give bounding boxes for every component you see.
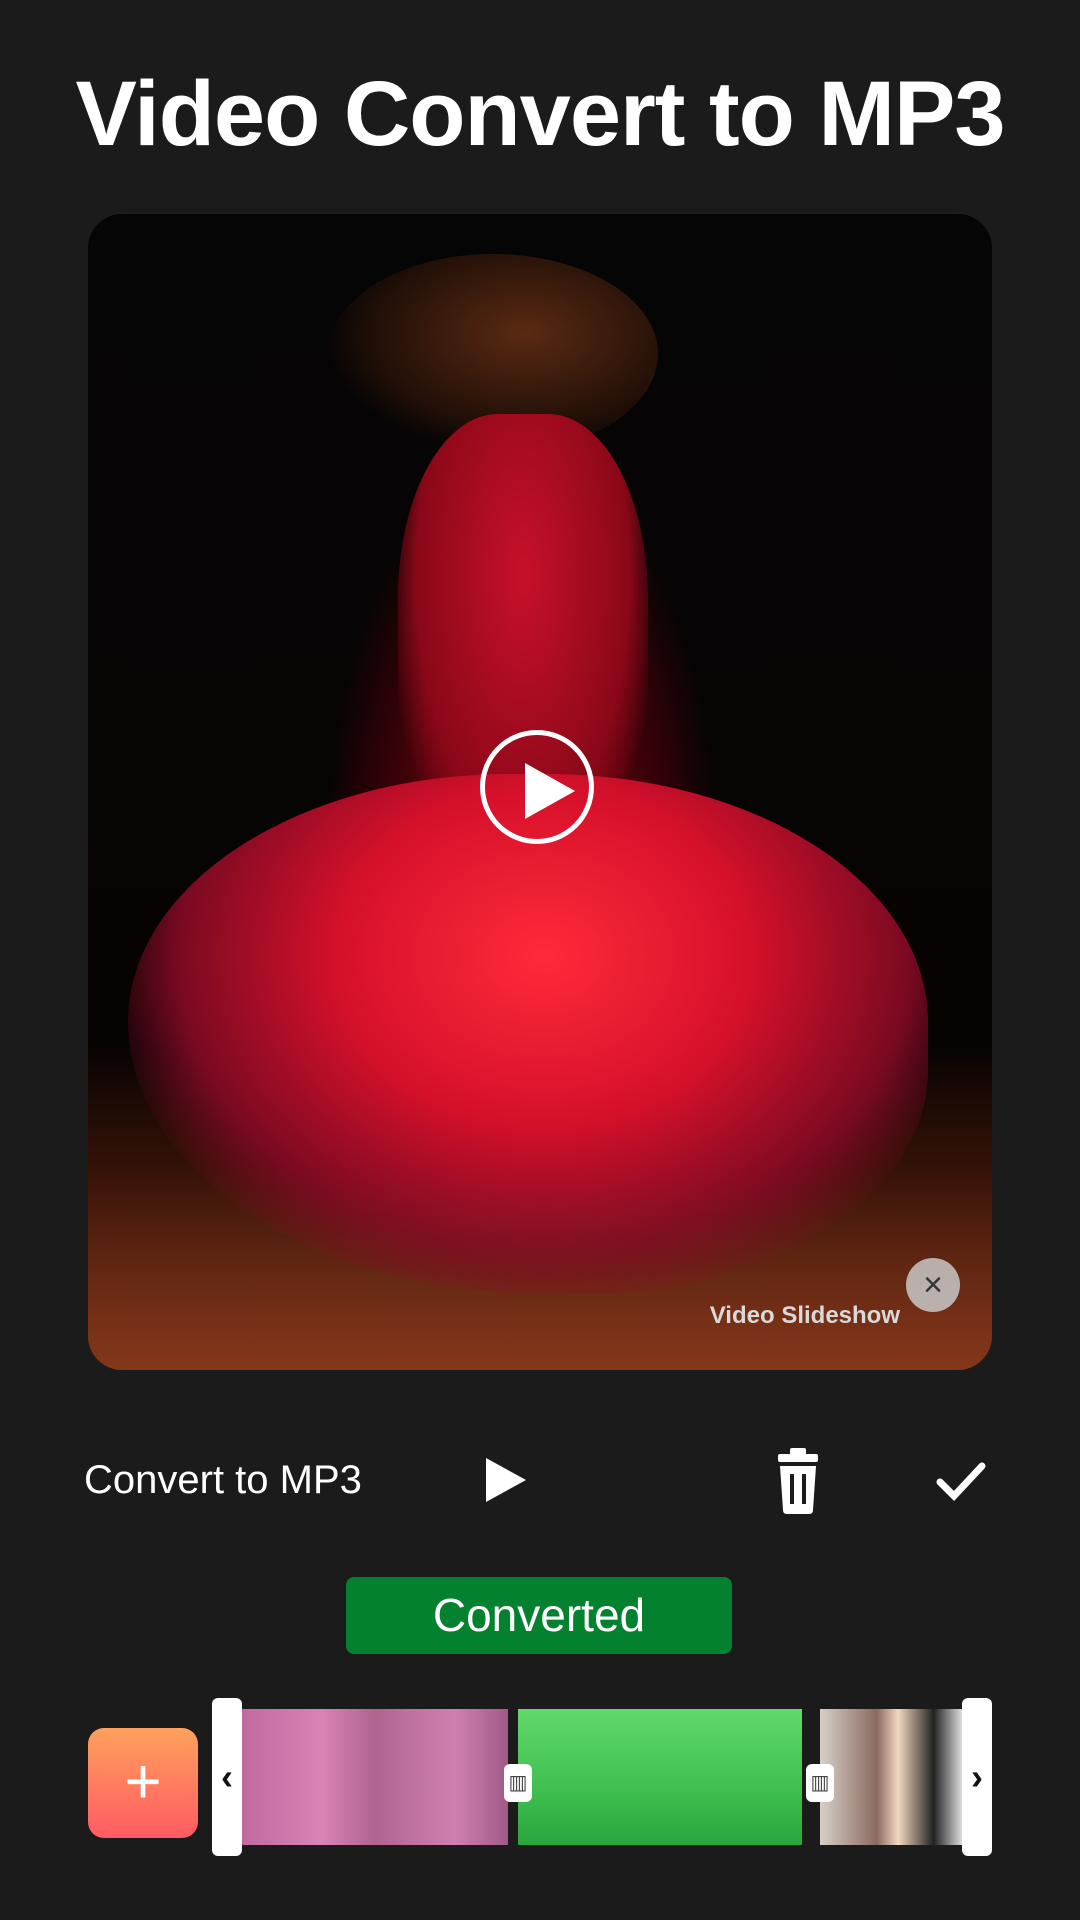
trash-icon[interactable] <box>770 1448 826 1514</box>
split-icon[interactable]: ▥ <box>806 1764 834 1802</box>
check-icon[interactable] <box>934 1454 988 1508</box>
convert-label: Convert to MP3 <box>84 1458 362 1502</box>
video-preview[interactable]: Video Slideshow × <box>88 214 992 1370</box>
play-icon[interactable] <box>486 1458 526 1502</box>
status-badge: Converted <box>346 1577 732 1654</box>
timeline-clip[interactable] <box>820 1709 962 1845</box>
play-icon[interactable] <box>480 730 594 844</box>
close-icon[interactable]: × <box>906 1258 960 1312</box>
split-icon[interactable]: ▥ <box>504 1764 532 1802</box>
watermark-label: Video Slideshow <box>709 1302 900 1329</box>
video-frame-floor <box>88 1170 992 1370</box>
timeline-clip[interactable] <box>242 1709 508 1845</box>
chevron-left-icon[interactable]: ‹ <box>212 1698 242 1856</box>
plus-icon[interactable]: + <box>88 1728 198 1838</box>
page-title: Video Convert to MP3 <box>75 63 1005 165</box>
toolbar: Convert to MP3 <box>0 1440 1080 1520</box>
chevron-right-icon[interactable]: › <box>962 1698 992 1856</box>
timeline-clip[interactable] <box>518 1709 802 1845</box>
timeline-strip[interactable] <box>242 1709 962 1845</box>
